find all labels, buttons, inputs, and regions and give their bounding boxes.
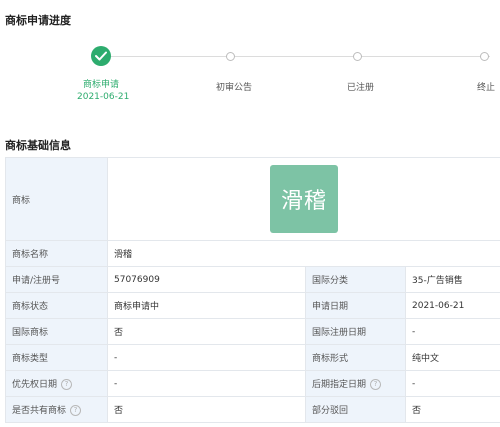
cell-value: - — [405, 370, 500, 397]
trademark-info-table: 商标 滑稽 商标名称 滑稽 申请/注册号 57076909 国际分类 35-广告… — [5, 157, 500, 423]
question-circle-icon[interactable]: ? — [61, 379, 73, 390]
step-label-registered: 已注册 — [347, 83, 375, 93]
table-row: 商标 滑稽 — [5, 157, 500, 241]
step-marker-pending — [226, 52, 235, 61]
cell-value: 滑稽 — [107, 240, 500, 267]
cell-label: 国际分类 — [305, 266, 406, 293]
cell-label: 后期指定日期 — [312, 380, 367, 390]
question-circle-icon[interactable]: ? — [370, 379, 382, 390]
table-row: 商标名称 滑稽 — [5, 240, 500, 267]
cell-label: 部分驳回 — [305, 396, 406, 423]
check-icon — [95, 51, 107, 61]
progress-title: 商标申请进度 — [5, 14, 71, 27]
cell-value: 否 — [107, 396, 306, 423]
cell-label: 商标状态 — [5, 292, 108, 319]
trademark-logo: 滑稽 — [270, 165, 338, 233]
cell-label: 国际商标 — [5, 318, 108, 345]
table-row: 优先权日期? - 后期指定日期? - — [5, 370, 500, 397]
cell-label: 申请日期 — [305, 292, 406, 319]
step-date-apply: 2021-06-21 — [77, 92, 130, 102]
cell-value: 商标申请中 — [107, 292, 306, 319]
cell-label: 国际注册日期 — [305, 318, 406, 345]
table-row: 国际商标 否 国际注册日期 - — [5, 318, 500, 345]
cell-label-with-help: 后期指定日期? — [305, 370, 406, 397]
table-row: 是否共有商标? 否 部分驳回 否 — [5, 396, 500, 423]
cell-value: - — [405, 318, 500, 345]
table-row: 商标类型 - 商标形式 纯中文 — [5, 344, 500, 371]
info-title: 商标基础信息 — [5, 139, 71, 152]
cell-label: 商标类型 — [5, 344, 108, 371]
table-row: 申请/注册号 57076909 国际分类 35-广告销售 — [5, 266, 500, 293]
question-circle-icon[interactable]: ? — [70, 405, 82, 416]
step-label-apply: 商标申请 — [83, 80, 120, 90]
cell-value: 2021-06-21 — [405, 292, 500, 319]
step-label-announcement: 初审公告 — [216, 83, 253, 93]
step-label-terminated: 终止 — [477, 83, 496, 93]
cell-value: 纯中文 — [405, 344, 500, 371]
progress-track — [110, 56, 490, 57]
cell-label: 申请/注册号 — [5, 266, 108, 293]
cell-value: 否 — [405, 396, 500, 423]
cell-value: - — [107, 344, 306, 371]
table-row: 商标状态 商标申请中 申请日期 2021-06-21 — [5, 292, 500, 319]
cell-label-with-help: 优先权日期? — [5, 370, 108, 397]
cell-label: 商标 — [5, 157, 108, 241]
cell-value: 35-广告销售 — [405, 266, 500, 293]
step-marker-pending — [480, 52, 489, 61]
cell-value: 否 — [107, 318, 306, 345]
cell-label: 商标名称 — [5, 240, 108, 267]
logo-cell: 滑稽 — [107, 157, 500, 241]
cell-label: 优先权日期 — [12, 380, 58, 390]
cell-label-with-help: 是否共有商标? — [5, 396, 108, 423]
cell-value: - — [107, 370, 306, 397]
cell-value: 57076909 — [107, 266, 306, 293]
step-done-marker — [91, 46, 111, 66]
cell-label: 是否共有商标 — [12, 406, 67, 416]
step-marker-pending — [353, 52, 362, 61]
cell-label: 商标形式 — [305, 344, 406, 371]
